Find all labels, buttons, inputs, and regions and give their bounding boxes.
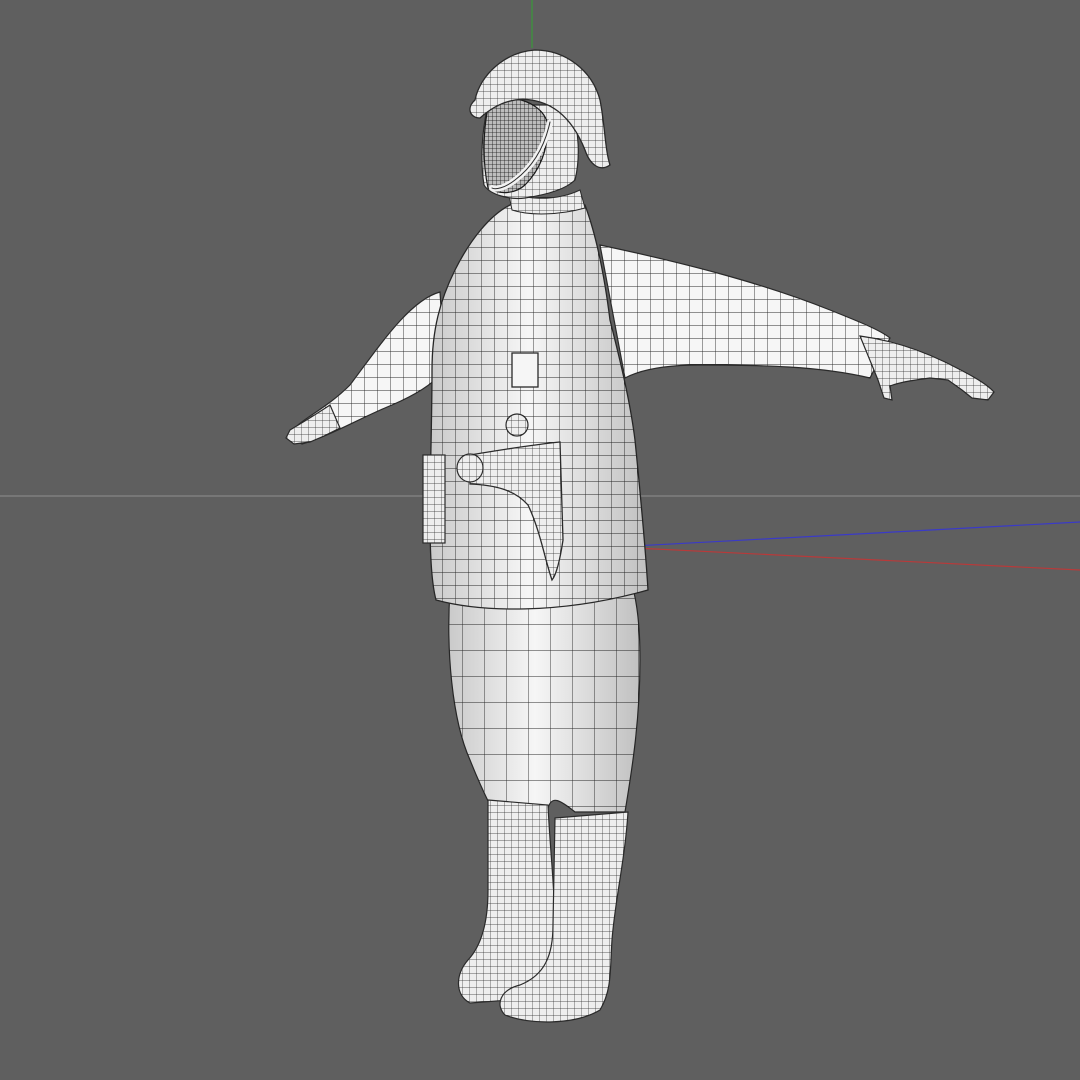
trousers-shading <box>448 585 640 812</box>
z-axis <box>614 521 1080 548</box>
chest-pocket[interactable] <box>511 352 539 388</box>
jacket-button[interactable] <box>505 413 529 437</box>
side-pouch[interactable] <box>422 454 446 544</box>
right-arm-mesh[interactable] <box>599 244 891 379</box>
3d-viewport[interactable] <box>0 0 1080 1080</box>
character-model[interactable] <box>285 49 995 1023</box>
holster-flap[interactable] <box>456 453 484 483</box>
x-axis <box>614 546 1080 571</box>
right-hand-mesh[interactable] <box>859 335 995 401</box>
left-hand-mesh[interactable] <box>285 404 341 445</box>
viewport-canvas[interactable] <box>0 0 1080 1080</box>
